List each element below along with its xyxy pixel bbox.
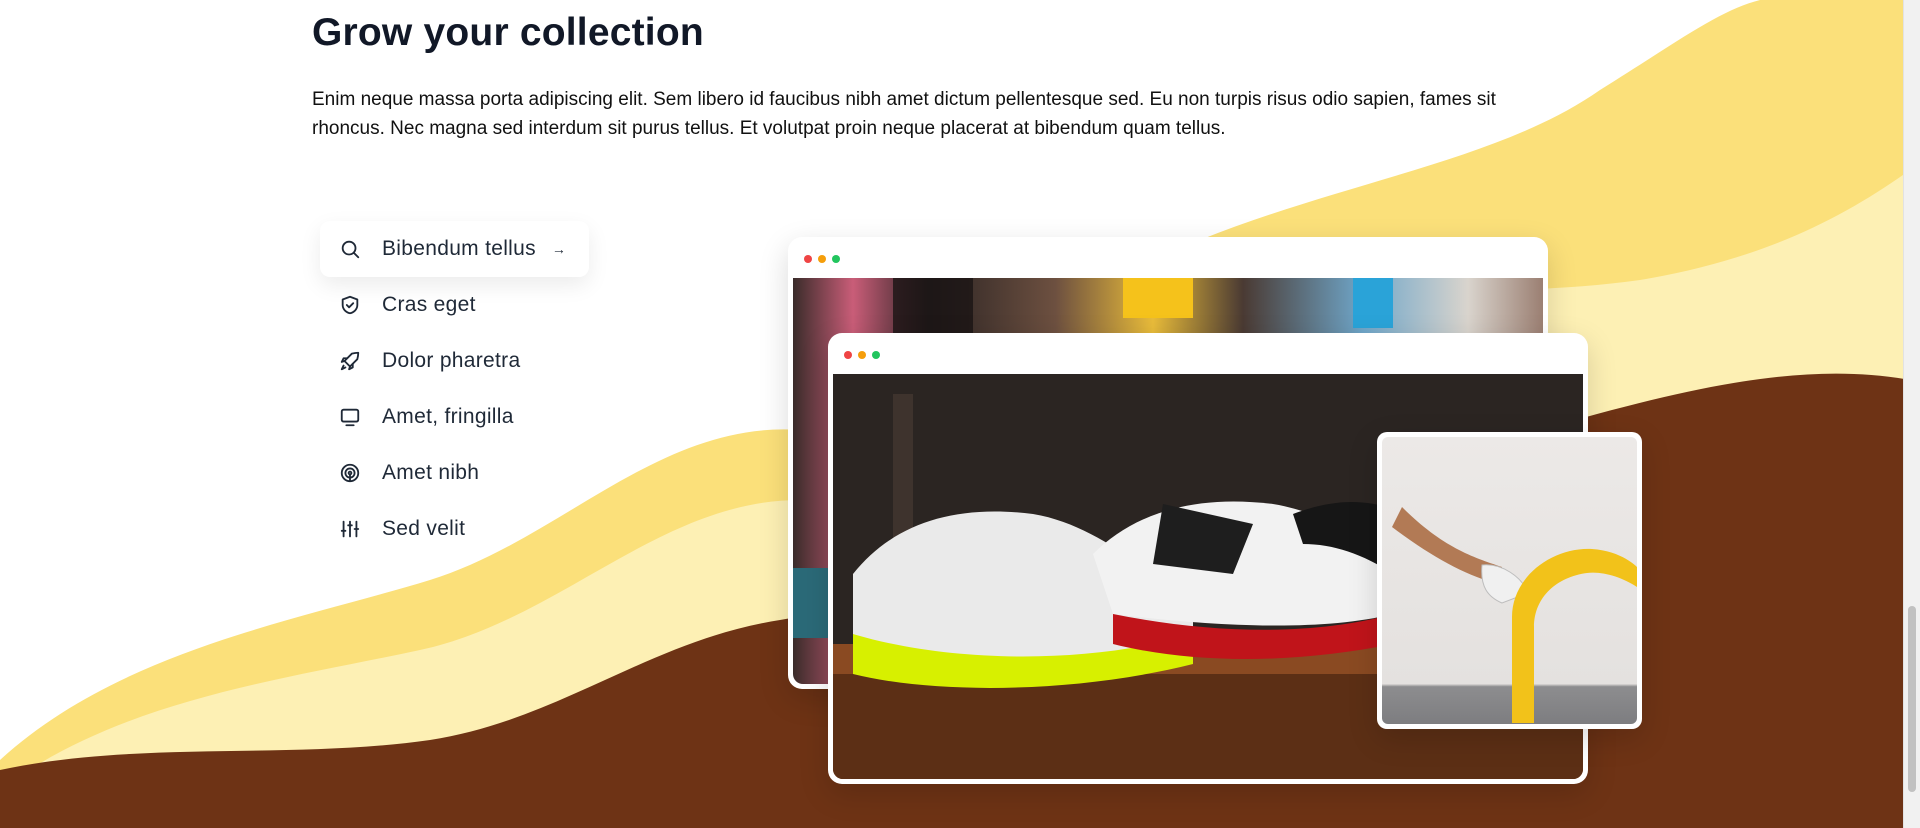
feature-label: Dolor pharetra — [382, 349, 521, 372]
feature-item-cras-eget[interactable]: Cras eget — [320, 277, 589, 333]
feature-label: Cras eget — [382, 293, 476, 316]
rocket-icon — [338, 349, 362, 373]
photo-card — [1377, 432, 1642, 729]
scrollbar-thumb[interactable] — [1908, 606, 1916, 792]
arrow-right-icon: → — [551, 241, 567, 257]
feature-item-amet-fringilla[interactable]: Amet, fringilla — [320, 389, 589, 445]
shield-check-icon — [338, 293, 362, 317]
feature-label: Bibendum tellus — [382, 237, 536, 260]
scrollbar[interactable] — [1903, 0, 1920, 828]
sliders-icon — [338, 517, 362, 541]
feature-item-bibendum-tellus[interactable]: Bibendum tellus → — [320, 221, 589, 277]
feature-list: Bibendum tellus → Cras eget Dolor pharet… — [320, 221, 589, 557]
feature-item-amet-nibh[interactable]: Amet nibh — [320, 445, 589, 501]
search-icon — [338, 237, 362, 261]
feature-label: Amet nibh — [382, 461, 480, 484]
section-title: Grow your collection — [312, 11, 704, 54]
feature-item-sed-velit[interactable]: Sed velit — [320, 501, 589, 557]
feature-label: Amet, fringilla — [382, 405, 514, 428]
section-description: Enim neque massa porta adipiscing elit. … — [312, 89, 1496, 139]
feature-item-dolor-pharetra[interactable]: Dolor pharetra — [320, 333, 589, 389]
window-controls — [844, 351, 880, 359]
window-controls — [804, 255, 840, 263]
runner-leg-photo — [1382, 437, 1637, 724]
signal-icon — [338, 461, 362, 485]
monitor-icon — [338, 405, 362, 429]
feature-label: Sed velit — [382, 517, 466, 540]
